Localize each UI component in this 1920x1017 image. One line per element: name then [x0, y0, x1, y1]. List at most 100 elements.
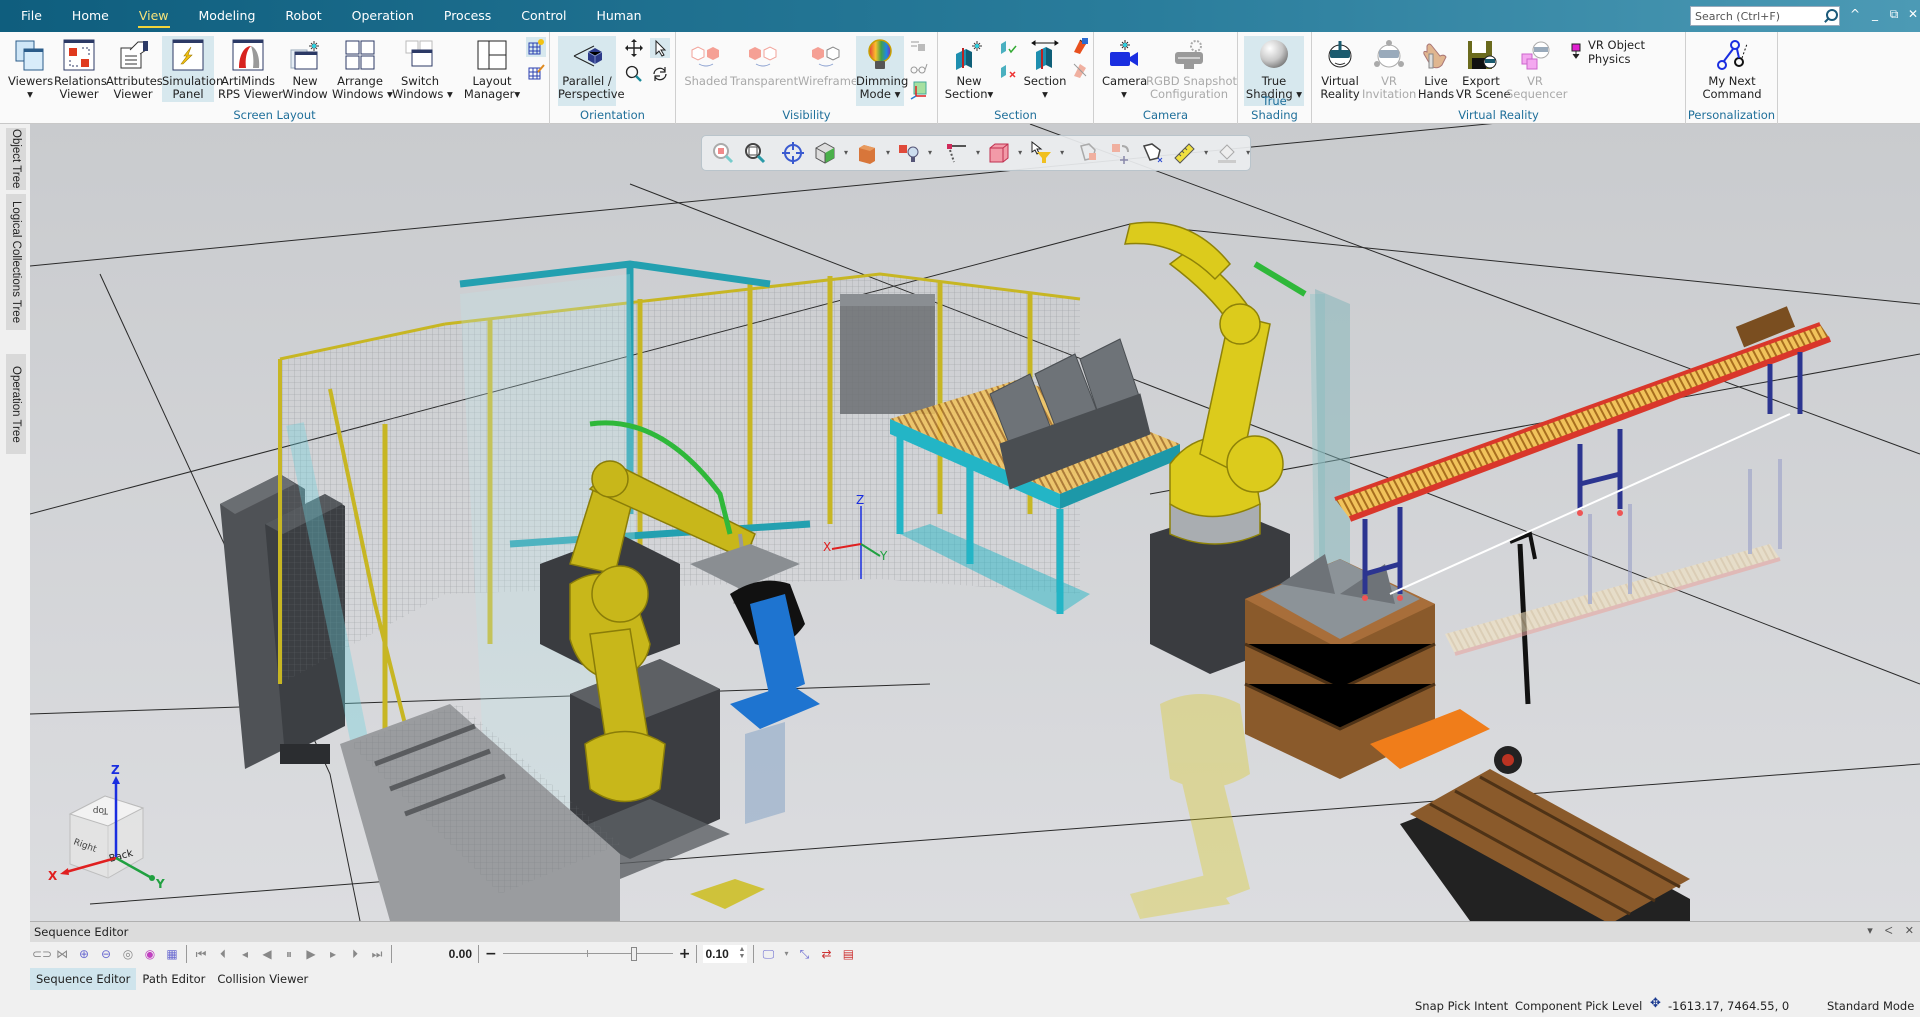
render-dropdown[interactable]: ▾ — [886, 149, 890, 157]
glasses-icon[interactable] — [908, 58, 928, 78]
paint-dropdown[interactable]: ▾ — [1246, 149, 1250, 157]
speed-spinbox[interactable]: 0.10 ▲ ▼ — [703, 945, 748, 963]
import-export-icon[interactable]: ⇄ — [818, 946, 834, 962]
filter-dropdown[interactable]: ▾ — [1060, 149, 1064, 157]
menu-process[interactable]: Process — [429, 0, 506, 32]
axis-box-icon[interactable] — [908, 80, 928, 100]
move-object-icon[interactable] — [1108, 140, 1134, 166]
menu-file[interactable]: File — [6, 0, 57, 32]
snap-pick-intent[interactable]: Snap Pick Intent — [1415, 999, 1508, 1013]
play-forward-icon[interactable]: ▶ — [303, 946, 319, 962]
grid-edit-icon[interactable] — [526, 62, 546, 82]
relations-viewer-button[interactable]: Relations Viewer — [54, 36, 107, 101]
measure-dropdown[interactable]: ▾ — [1204, 149, 1208, 157]
snap-hand-icon[interactable] — [1140, 140, 1166, 166]
monitor-dropdown[interactable]: ▾ — [782, 946, 790, 962]
pause-icon[interactable]: ⏸ — [281, 946, 297, 962]
next-event-icon[interactable]: ⏵ — [347, 946, 363, 962]
menu-home[interactable]: Home — [57, 0, 124, 32]
parallel-perspective-button[interactable]: Parallel / Perspective — [558, 36, 625, 106]
zoom-in-icon[interactable]: ⊕ — [76, 946, 92, 962]
menu-operation[interactable]: Operation — [337, 0, 429, 32]
tab-object-tree[interactable]: Object Tree — [6, 128, 26, 190]
new-section-button[interactable]: New Section▾ — [944, 36, 994, 101]
tab-collision-viewer[interactable]: Collision Viewer — [211, 968, 314, 990]
speed-decrease-button[interactable]: − — [485, 946, 497, 962]
menu-robot[interactable]: Robot — [270, 0, 336, 32]
light-bulb-icon[interactable] — [896, 140, 922, 166]
speed-increase-button[interactable]: + — [679, 946, 691, 962]
section-cap-icon[interactable] — [1070, 60, 1090, 80]
menu-human[interactable]: Human — [581, 0, 656, 32]
render-mode-icon[interactable] — [854, 140, 880, 166]
menu-modeling[interactable]: Modeling — [184, 0, 271, 32]
zoom-icon[interactable] — [624, 64, 644, 84]
menu-control[interactable]: Control — [506, 0, 581, 32]
tab-logical-collections-tree[interactable]: Logical Collections Tree — [6, 194, 26, 330]
play-backward-icon[interactable]: ◀ — [259, 946, 275, 962]
center-target-icon[interactable] — [780, 140, 806, 166]
previous-event-icon[interactable]: ⏴ — [215, 946, 231, 962]
dimming-mode-button[interactable]: Dimming Mode ▾ — [856, 36, 908, 106]
speed-slider-thumb[interactable] — [630, 947, 637, 961]
vr-object-physics-button[interactable]: VR Object Physics — [1570, 38, 1685, 66]
gantt-chart-icon[interactable]: ▦ — [164, 946, 180, 962]
live-hands-button[interactable]: Live Hands — [1416, 36, 1456, 101]
menu-view[interactable]: View — [124, 0, 184, 32]
new-window-button[interactable]: New Window — [280, 36, 330, 101]
search-icon[interactable] — [1821, 7, 1839, 25]
speed-slider[interactable] — [502, 946, 673, 962]
paint-bucket-icon[interactable] — [1214, 140, 1240, 166]
panel-menu-button[interactable]: ▾ — [1867, 924, 1873, 938]
pick-dropdown[interactable]: ▾ — [976, 149, 980, 157]
switch-windows-button[interactable]: Switch Windows ▾ — [392, 36, 453, 101]
vr-invitation-button[interactable]: VR Invitation — [1362, 36, 1416, 101]
scene-3d[interactable]: Z X Y — [30, 124, 1920, 921]
measure-ruler-icon[interactable] — [1172, 140, 1198, 166]
close-button[interactable]: ✕ — [1903, 7, 1920, 21]
zoom-out-icon[interactable]: ⊖ — [98, 946, 114, 962]
spin-arrows[interactable]: ▲ ▼ — [739, 946, 746, 960]
restore-button[interactable]: ⧉ — [1884, 7, 1904, 22]
section-button[interactable]: Section ▾ — [1022, 36, 1068, 101]
view-dropdown[interactable]: ▾ — [844, 149, 848, 157]
tab-sequence-editor[interactable]: Sequence Editor — [30, 968, 137, 990]
measure-report-icon[interactable]: ▤ — [840, 946, 856, 962]
zoom-to-fit-icon[interactable] — [742, 140, 768, 166]
select-pointer-icon[interactable] — [650, 38, 670, 58]
attributes-viewer-button[interactable]: Attributes Viewer — [106, 36, 163, 101]
export-vr-scene-button[interactable]: Export VR Scene — [1456, 36, 1511, 101]
navigation-cube[interactable]: Top Right Back Z X Y — [40, 763, 180, 894]
link-icon[interactable]: ⊂⊃ — [32, 946, 52, 962]
pan-icon[interactable] — [624, 38, 644, 58]
tab-operation-tree[interactable]: Operation Tree — [6, 354, 26, 454]
light-dropdown[interactable]: ▾ — [928, 149, 932, 157]
simulation-panel-button[interactable]: Simulation Panel — [162, 36, 223, 102]
section-check-icon[interactable] — [998, 36, 1018, 56]
hand-pick-icon[interactable] — [1076, 140, 1102, 166]
shaded-button[interactable]: Shaded — [684, 36, 728, 88]
jump-to-start-icon[interactable]: ⏮ — [193, 946, 209, 962]
step-forward-icon[interactable]: ▸ — [325, 946, 341, 962]
zoom-to-selection-icon[interactable] — [710, 140, 736, 166]
ribbon-collapse-button[interactable]: ^ — [1845, 7, 1865, 21]
tab-path-editor[interactable]: Path Editor — [136, 968, 211, 990]
artiminds-rps-viewer-button[interactable]: ArtiMinds RPS Viewer — [218, 36, 283, 101]
graphic-viewer[interactable]: Z X Y ▾ ▾ ▾ ▾ ▾ ▾ ▾ ▾ Top Right Back Z X… — [30, 124, 1920, 921]
minimize-button[interactable]: _ — [1865, 7, 1885, 21]
rgbd-snapshot-configuration-button[interactable]: RGBD Snapshot Configuration — [1146, 36, 1237, 101]
transparent-button[interactable]: Transparent — [730, 36, 798, 88]
pick-component-icon[interactable] — [986, 140, 1012, 166]
layout-manager-button[interactable]: Layout Manager▾ — [462, 36, 522, 101]
wireframe-button[interactable]: Wireframe — [798, 36, 858, 88]
zoom-selection-icon[interactable]: ◉ — [142, 946, 158, 962]
section-color-icon[interactable] — [1070, 36, 1090, 56]
component-pick-level[interactable]: Component Pick Level — [1515, 999, 1642, 1013]
jump-to-end-icon[interactable]: ⏭ — [369, 946, 385, 962]
virtual-reality-button[interactable]: Virtual Reality — [1318, 36, 1362, 101]
pick-point-icon[interactable] — [944, 140, 970, 166]
camera-button[interactable]: Camera ▾ — [1102, 36, 1147, 101]
my-next-command-button[interactable]: My Next Command — [1696, 36, 1768, 101]
unlink-icon[interactable]: ⋈ — [54, 946, 70, 962]
hide-show-icon[interactable] — [908, 36, 928, 56]
